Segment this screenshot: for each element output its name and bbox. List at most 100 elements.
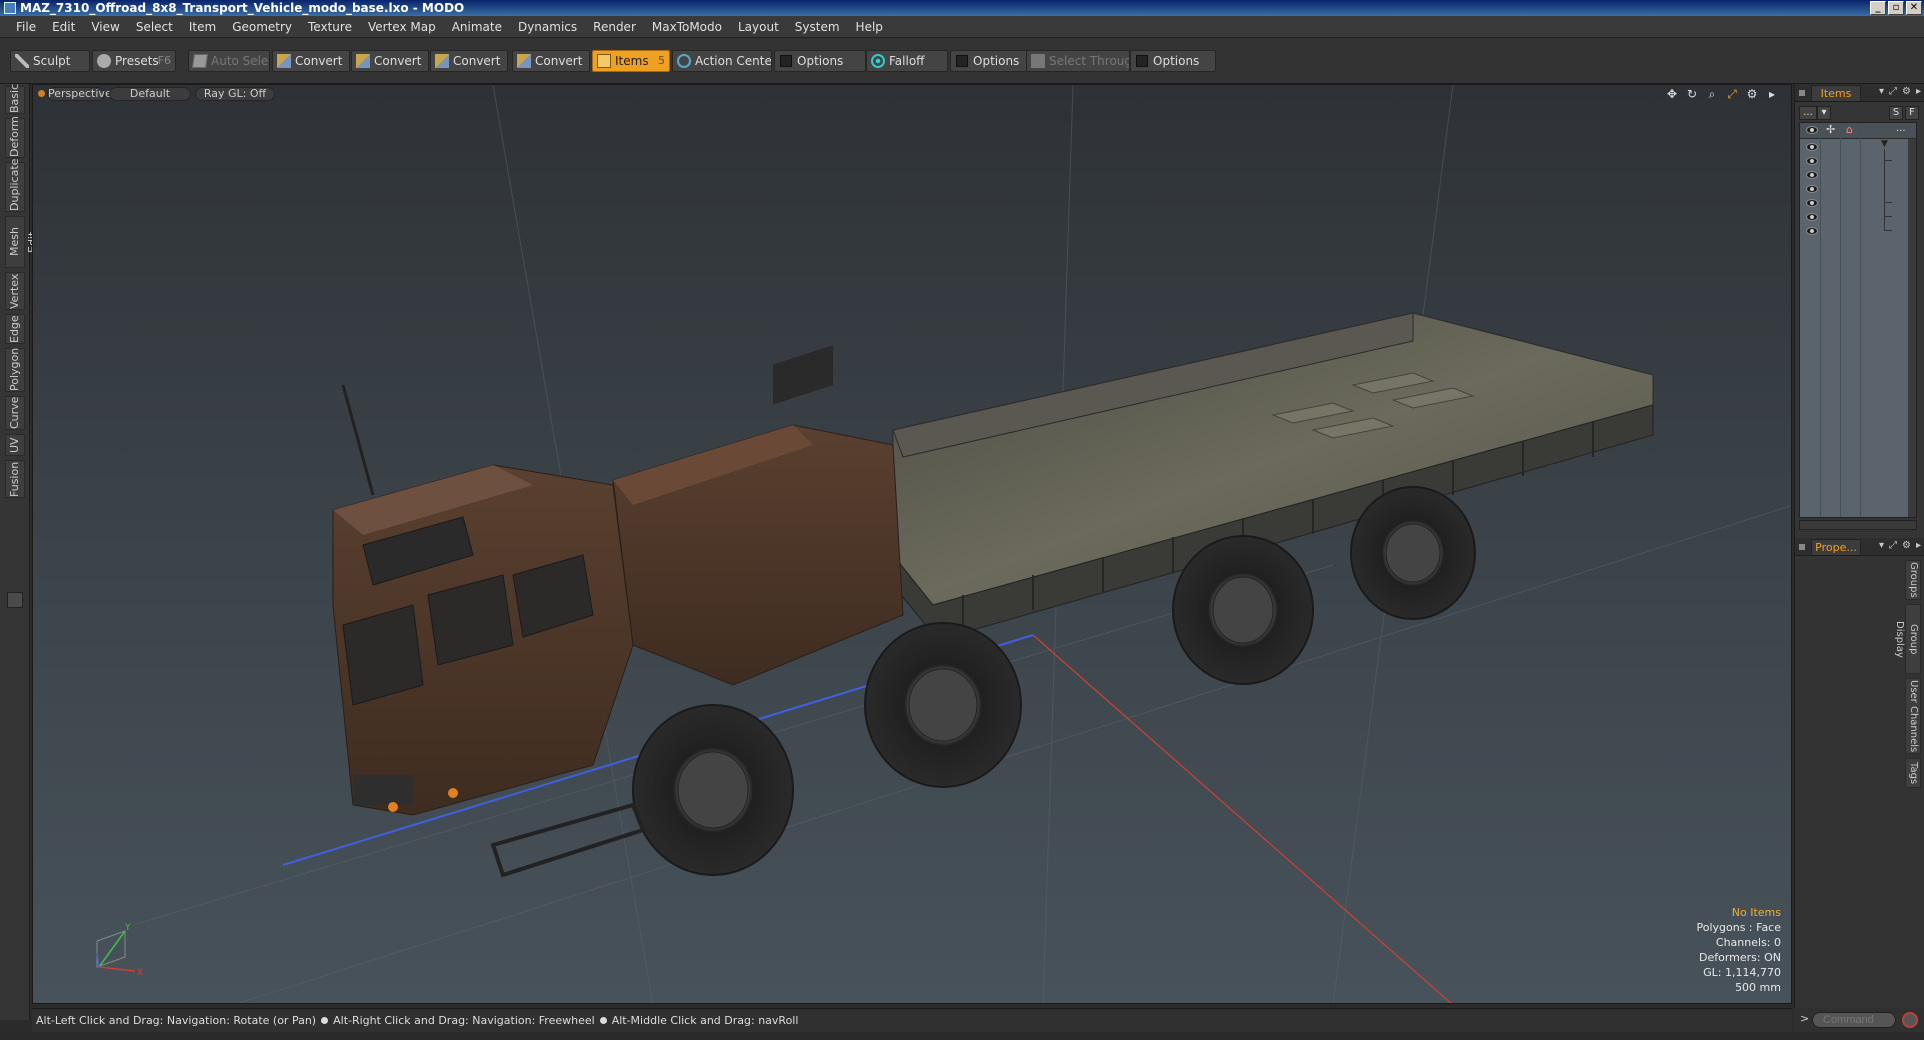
tab-deform[interactable]: Deform [5, 116, 25, 158]
gear-icon[interactable]: ⚙ [1902, 540, 1911, 551]
tab-basic[interactable]: Basic [5, 84, 25, 114]
item-list-hscroll[interactable] [1799, 520, 1917, 530]
menu-edit[interactable]: Edit [44, 16, 83, 38]
options-checkbox[interactable] [956, 55, 968, 67]
menu-render[interactable]: Render [585, 16, 644, 38]
maximize-panel-icon[interactable]: ⤢ [1889, 86, 1897, 97]
item-list[interactable]: ✢ ⌂ ... ▼ [1799, 122, 1917, 518]
tab-fusion[interactable]: Fusion [5, 460, 25, 498]
columns-menu[interactable]: ... [1896, 123, 1906, 134]
command-history-arrow[interactable]: > [1800, 1012, 1809, 1025]
select-through-options-button[interactable]: Options [1130, 50, 1216, 72]
expand-arrow-icon[interactable]: ▸ [1916, 86, 1921, 97]
scene-render[interactable] [33, 85, 1792, 1004]
options-checkbox[interactable] [780, 55, 792, 67]
select-through-button[interactable]: Select Through [1026, 50, 1130, 72]
falloff-options-button[interactable]: Options [950, 50, 1028, 72]
items-cube-icon [597, 54, 611, 68]
item-list-scrollbar[interactable] [1908, 139, 1916, 517]
convert-polygons-button[interactable]: Convert [430, 50, 508, 72]
command-input[interactable] [1812, 1012, 1896, 1028]
menu-animate[interactable]: Animate [444, 16, 510, 38]
modo-app-icon [4, 2, 16, 14]
menu-system[interactable]: System [787, 16, 848, 38]
action-center-options-button[interactable]: Options [774, 50, 866, 72]
fit-icon[interactable]: ⤢ [1725, 87, 1739, 101]
tab-uv[interactable]: UV [5, 434, 25, 456]
presets-button[interactable]: Presets F6 [92, 50, 176, 72]
menu-help[interactable]: Help [848, 16, 891, 38]
visibility-eye-icon[interactable] [1806, 126, 1818, 134]
pan-icon[interactable]: ✥ [1665, 87, 1679, 101]
sculpt-button[interactable]: Sculpt [10, 50, 90, 72]
visibility-eye-icon[interactable] [1806, 227, 1818, 235]
minimize-button[interactable]: _ [1870, 1, 1886, 15]
falloff-button[interactable]: Falloff [866, 50, 948, 72]
filter-button[interactable]: F [1905, 106, 1919, 120]
menu-dynamics[interactable]: Dynamics [510, 16, 585, 38]
tab-groups[interactable]: Groups [1905, 560, 1921, 600]
raygl-dropdown[interactable]: Ray GL: Off [195, 87, 275, 101]
menu-texture[interactable]: Texture [300, 16, 360, 38]
items-mode-button[interactable]: Items 5 [592, 50, 670, 72]
chevron-down-icon[interactable]: ▾ [1879, 86, 1884, 97]
tree-connector [1884, 149, 1892, 161]
tab-mesh-edit[interactable]: Mesh Edit [5, 216, 39, 268]
maximize-panel-icon[interactable]: ⤢ [1889, 540, 1897, 551]
options-checkbox[interactable] [1136, 55, 1148, 67]
tab-properties[interactable]: Prope... [1811, 539, 1861, 555]
tab-curve[interactable]: Curve [5, 396, 25, 430]
menu-item[interactable]: Item [181, 16, 224, 38]
expand-arrow-icon[interactable]: ▸ [1765, 87, 1779, 101]
zoom-icon[interactable]: ⌕ [1705, 87, 1719, 101]
visibility-eye-icon[interactable] [1806, 199, 1818, 207]
tab-duplicate[interactable]: Duplicate [5, 159, 25, 212]
chevron-down-icon[interactable]: ▾ [1879, 540, 1884, 551]
auto-select-button[interactable]: Auto Select [188, 50, 270, 72]
sculpt-brush-icon [15, 54, 29, 68]
gear-icon[interactable]: ⚙ [1902, 86, 1911, 97]
shading-dropdown[interactable]: Default [109, 87, 191, 101]
rotate-icon[interactable]: ↻ [1685, 87, 1699, 101]
chevron-down-icon[interactable]: ▾ [1817, 106, 1831, 120]
tab-edge[interactable]: Edge [5, 314, 25, 344]
visibility-eye-icon[interactable] [1806, 213, 1818, 221]
convert-materials-button[interactable]: Convert [512, 50, 590, 72]
tool-palette-button[interactable] [7, 592, 23, 608]
viewport-settings-icon[interactable]: ⚙ [1745, 87, 1759, 101]
tab-items[interactable]: Items [1811, 85, 1861, 101]
visibility-eye-icon[interactable] [1806, 185, 1818, 193]
type-icon[interactable]: ⌂ [1846, 123, 1853, 136]
viewport-options-icon[interactable] [38, 90, 45, 97]
record-macro-icon[interactable] [1902, 1012, 1918, 1028]
items-menu-button[interactable]: ... [1799, 106, 1817, 120]
tab-polygon[interactable]: Polygon [5, 348, 25, 392]
convert-vertices-button[interactable]: Convert [272, 50, 350, 72]
menu-geometry[interactable]: Geometry [224, 16, 300, 38]
convert-edges-button[interactable]: Convert [351, 50, 429, 72]
tab-group-display[interactable]: Group Display [1894, 604, 1921, 674]
tab-vertex[interactable]: Vertex [5, 272, 25, 310]
menu-view[interactable]: View [83, 16, 127, 38]
3d-viewport[interactable]: Perspective Default Ray GL: Off ✥ ↻ ⌕ ⤢ … [32, 84, 1792, 1004]
close-button[interactable]: ✕ [1906, 1, 1922, 15]
action-center-button[interactable]: Action Center [672, 50, 772, 72]
menu-maxtomodo[interactable]: MaxToModo [644, 16, 730, 38]
expand-arrow-icon[interactable]: ▸ [1916, 540, 1921, 551]
visibility-eye-icon[interactable] [1806, 157, 1818, 165]
presets-shortcut: F6 [157, 54, 171, 67]
menu-layout[interactable]: Layout [730, 16, 787, 38]
visibility-eye-icon[interactable] [1806, 143, 1818, 151]
view-type-dropdown[interactable]: Perspective [47, 87, 112, 101]
visibility-eye-icon[interactable] [1806, 171, 1818, 179]
lock-icon[interactable]: ✢ [1826, 123, 1835, 136]
maximize-button[interactable]: ▫ [1888, 1, 1904, 15]
select-through-icon [1031, 54, 1045, 68]
menu-file[interactable]: File [8, 16, 44, 38]
tab-user-channels[interactable]: User Channels [1905, 678, 1921, 754]
expand-triangle-icon[interactable]: ▼ [1881, 139, 1888, 149]
tab-tags[interactable]: Tags [1905, 758, 1921, 788]
menu-vertex-map[interactable]: Vertex Map [360, 16, 444, 38]
solo-button[interactable]: S [1889, 106, 1903, 120]
menu-select[interactable]: Select [128, 16, 181, 38]
